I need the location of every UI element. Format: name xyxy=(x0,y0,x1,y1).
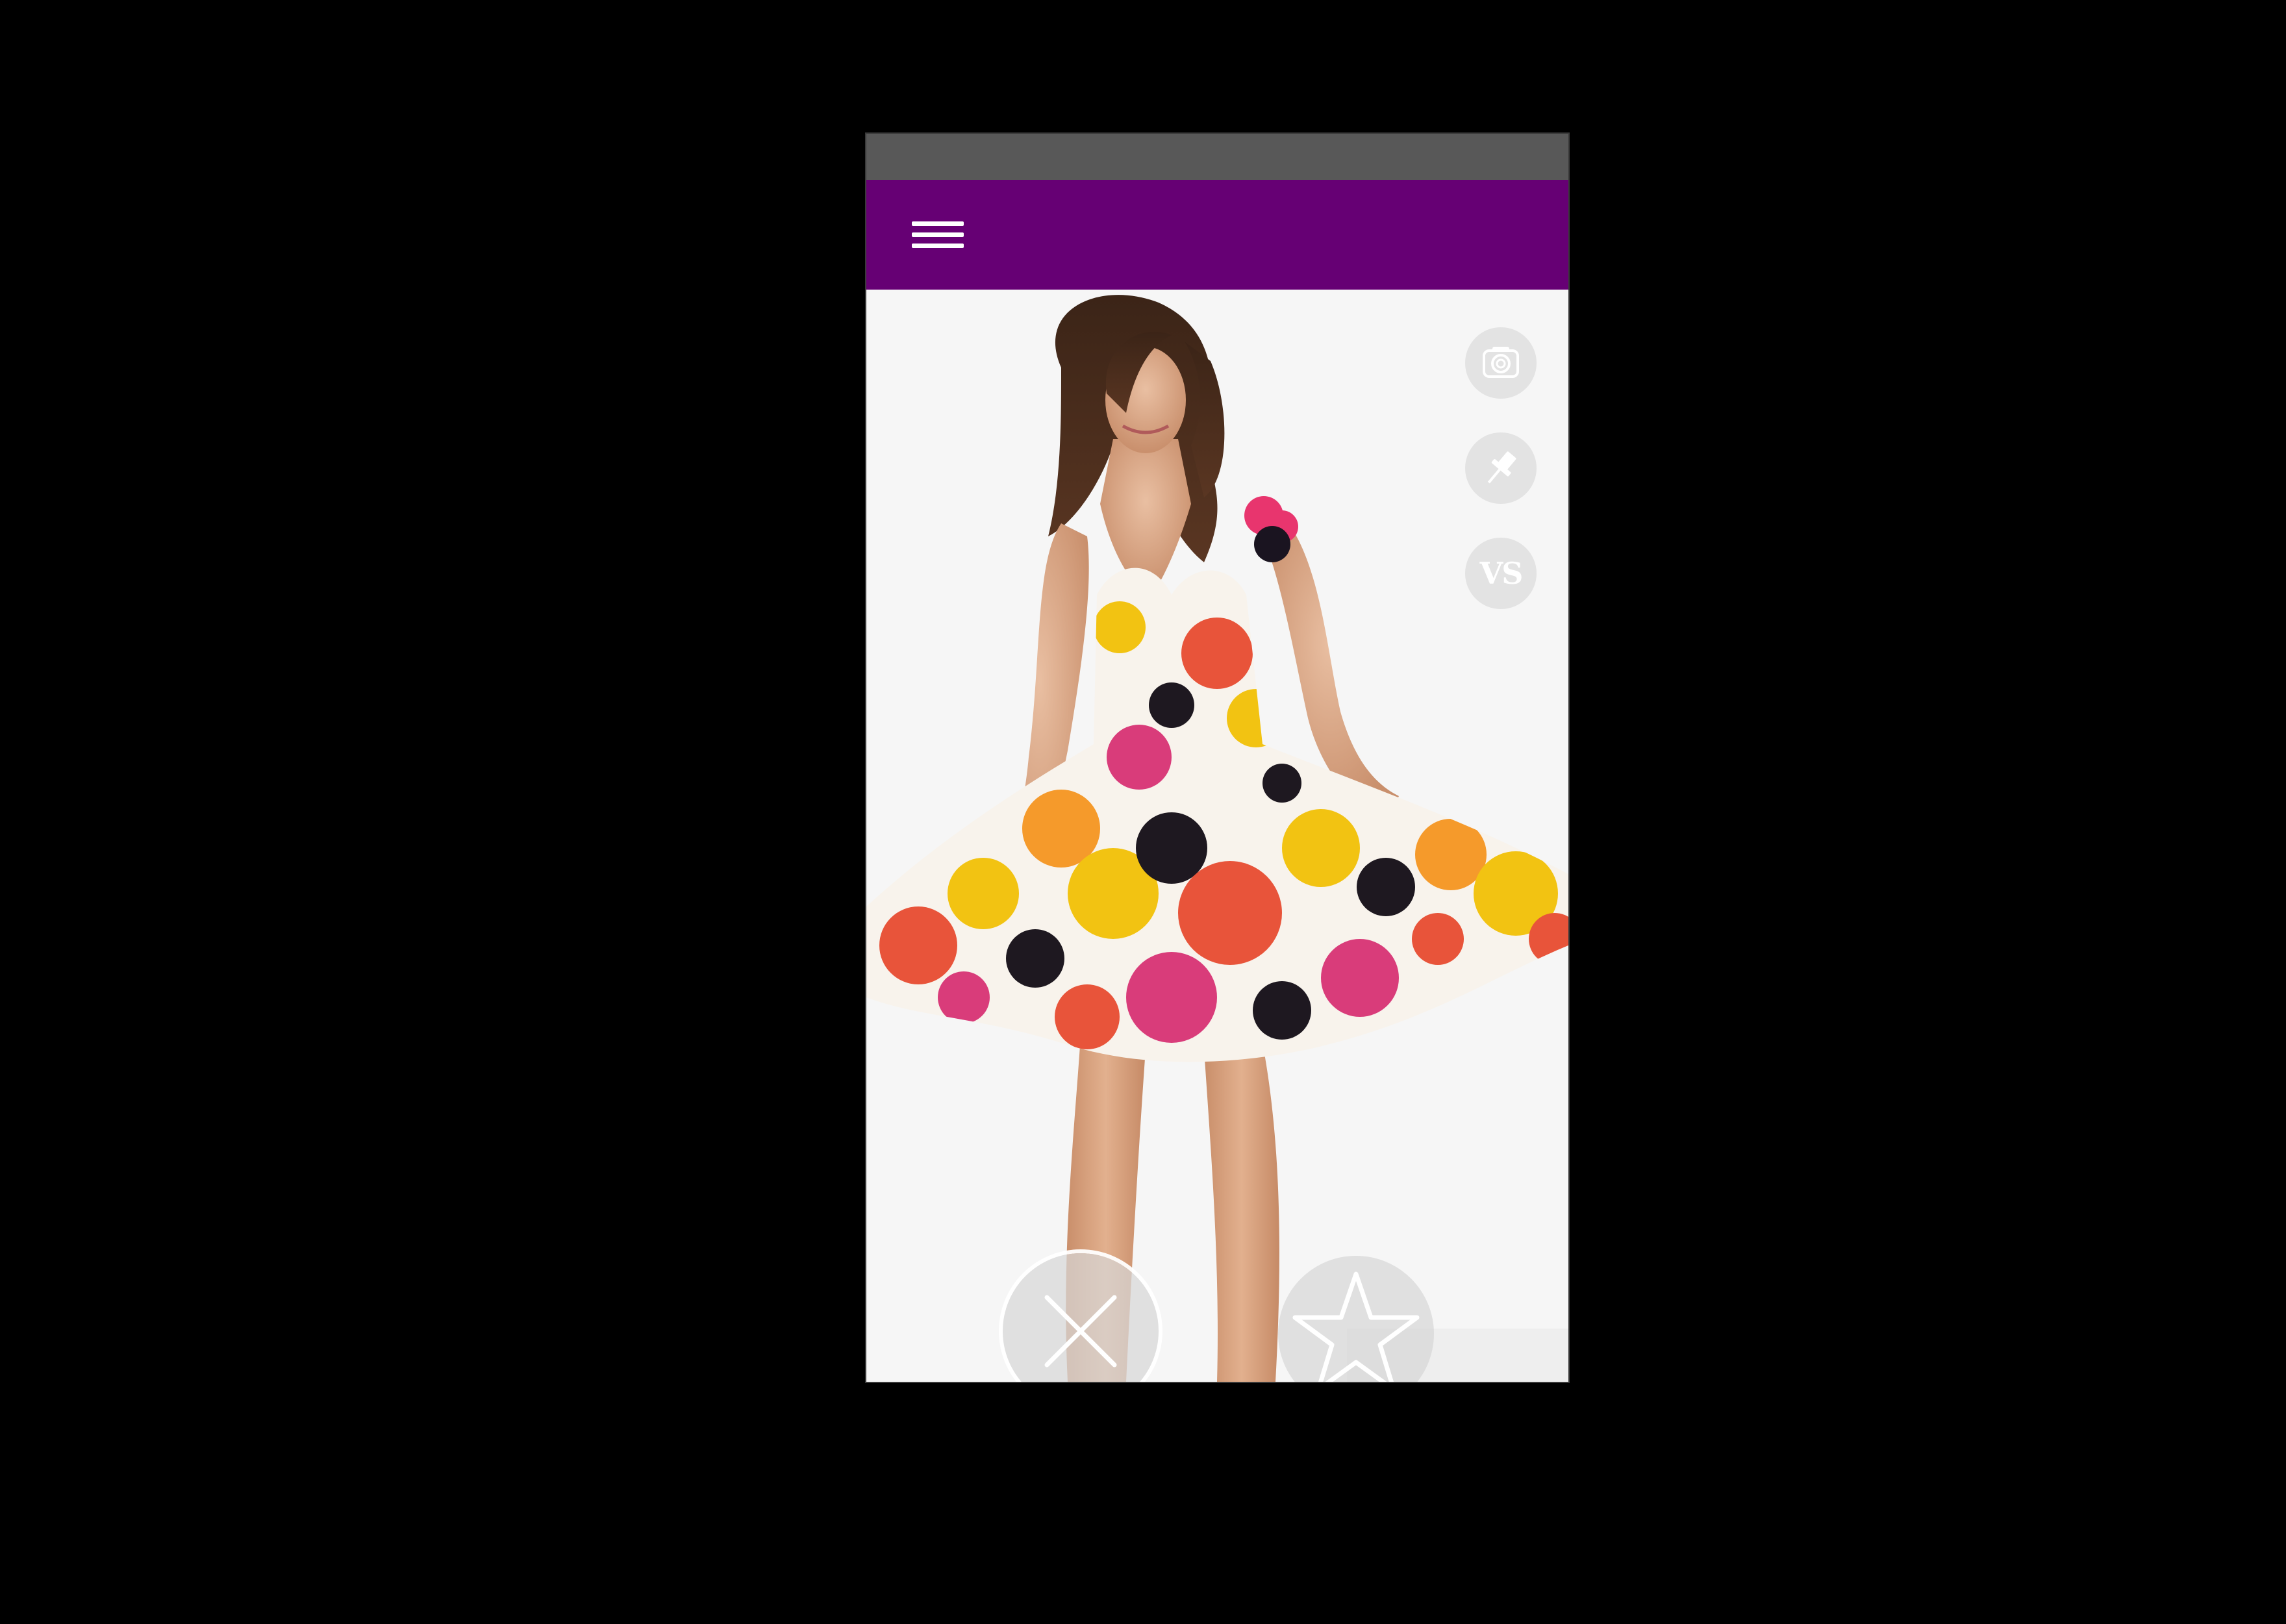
status-bar xyxy=(866,134,1568,180)
model-in-floral-dress-photo xyxy=(866,290,1568,1382)
app-bar xyxy=(866,180,1568,290)
photo-viewer[interactable]: VS xyxy=(866,290,1568,1382)
hamburger-menu-icon[interactable] xyxy=(912,212,964,258)
versus-label: VS xyxy=(1479,556,1524,591)
camera-icon[interactable] xyxy=(1465,327,1537,399)
close-x-icon[interactable] xyxy=(1003,1253,1159,1382)
star-icon[interactable] xyxy=(1278,1256,1434,1382)
pushpin-icon[interactable] xyxy=(1465,432,1537,504)
versus-button[interactable]: VS xyxy=(1465,538,1537,609)
screen-backdrop: VS xyxy=(0,0,2286,1624)
phone-screen: VS xyxy=(866,134,1568,1382)
